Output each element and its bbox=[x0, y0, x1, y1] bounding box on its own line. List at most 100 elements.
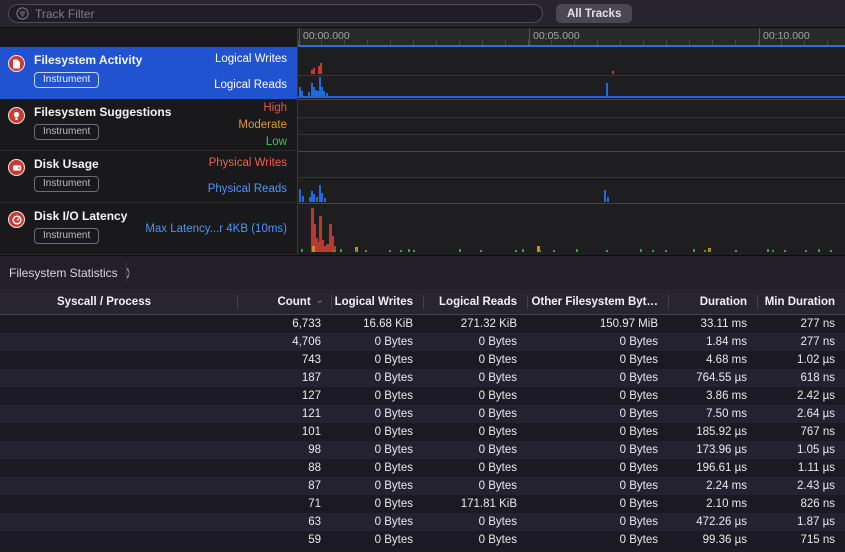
physical-reads-spikes bbox=[604, 190, 606, 202]
minor-tick bbox=[643, 40, 644, 45]
series-label: Moderate bbox=[238, 119, 287, 131]
minor-tick bbox=[482, 40, 483, 45]
track-header-disk-usage[interactable]: Disk UsageInstrumentPhysical WritesPhysi… bbox=[0, 151, 298, 203]
latency-low-marks bbox=[576, 249, 578, 252]
value-cell: 2.42 µs bbox=[757, 390, 845, 402]
table-row[interactable]: ›fstatfs64980 Bytes0 Bytes0 Bytes173.96 … bbox=[0, 441, 845, 459]
table-row[interactable]: ›open_nocancel1270 Bytes0 Bytes0 Bytes3.… bbox=[0, 387, 845, 405]
latency-low-marks bbox=[408, 249, 410, 252]
value-cell: 187 bbox=[237, 372, 331, 384]
latency-low-marks bbox=[704, 250, 706, 252]
latency-low-marks bbox=[805, 250, 807, 252]
minor-tick bbox=[827, 40, 828, 45]
value-cell: 2.43 µs bbox=[757, 480, 845, 492]
series-label: Physical Reads bbox=[208, 183, 287, 195]
minor-tick bbox=[459, 40, 460, 45]
sort-chevron-down-icon: › bbox=[314, 300, 325, 303]
value-cell: 98 bbox=[237, 444, 331, 456]
value-cell: 0 Bytes bbox=[423, 372, 527, 384]
latency-low-marks bbox=[830, 250, 832, 252]
value-cell: 7.50 ms bbox=[668, 408, 757, 420]
value-cell: 71 bbox=[237, 498, 331, 510]
time-label: 00:10.000 bbox=[763, 30, 810, 42]
latency-low-marks bbox=[515, 250, 517, 252]
table-row[interactable]: ›lseek4,7060 Bytes0 Bytes0 Bytes1.84 ms2… bbox=[0, 333, 845, 351]
table-row[interactable]: ›stat647430 Bytes0 Bytes0 Bytes4.68 ms1.… bbox=[0, 351, 845, 369]
value-cell: 0 Bytes bbox=[527, 426, 668, 438]
major-tick bbox=[759, 28, 760, 45]
value-cell: 715 ns bbox=[757, 534, 845, 546]
value-cell: 1.02 µs bbox=[757, 354, 845, 366]
time-label: 00:05.000 bbox=[533, 30, 580, 42]
value-cell: 0 Bytes bbox=[331, 444, 423, 456]
latency-icon bbox=[8, 211, 25, 228]
instrument-badge: Instrument bbox=[34, 228, 99, 244]
gridline bbox=[298, 75, 845, 76]
value-cell: 99.36 µs bbox=[668, 534, 757, 546]
stats-table-body: ›* All *6,73316.68 KiB271.32 KiB150.97 M… bbox=[0, 315, 845, 552]
column-separator bbox=[331, 295, 332, 309]
logical-reads-baseline bbox=[298, 96, 845, 98]
track-header-disk-i-o-latency[interactable]: Disk I/O LatencyInstrumentMax Latency...… bbox=[0, 203, 298, 255]
column-header-syscall-process[interactable]: Syscall / Process bbox=[0, 289, 237, 314]
value-cell: 33.11 ms bbox=[668, 318, 757, 330]
instrument-badge: Instrument bbox=[34, 72, 99, 88]
series-label: Max Latency...r 4KB (10ms) bbox=[145, 223, 287, 235]
minor-tick bbox=[689, 40, 690, 45]
latency-low-marks bbox=[784, 250, 786, 252]
major-tick bbox=[299, 28, 300, 45]
physical-reads-spikes bbox=[321, 193, 323, 202]
latency-low-marks bbox=[365, 250, 367, 252]
gridline bbox=[298, 134, 845, 135]
table-row[interactable]: ›sys_fstat641870 Bytes0 Bytes0 Bytes764.… bbox=[0, 369, 845, 387]
table-row[interactable]: ›open1210 Bytes0 Bytes0 Bytes7.50 ms2.64… bbox=[0, 405, 845, 423]
column-header-min-duration[interactable]: Min Duration bbox=[757, 289, 845, 314]
value-cell: 185.92 µs bbox=[668, 426, 757, 438]
latency-low-marks bbox=[652, 250, 654, 252]
value-cell: 0 Bytes bbox=[527, 516, 668, 528]
column-header-count[interactable]: Count› bbox=[237, 289, 331, 314]
table-row[interactable]: ›* All *6,73316.68 KiB271.32 KiB150.97 M… bbox=[0, 315, 845, 333]
column-header-logical-reads[interactable]: Logical Reads bbox=[423, 289, 527, 314]
value-cell: 0 Bytes bbox=[527, 408, 668, 420]
value-cell: 1.05 µs bbox=[757, 444, 845, 456]
table-row[interactable]: ›read710 Bytes171.81 KiB0 Bytes2.10 ms82… bbox=[0, 495, 845, 513]
value-cell: 0 Bytes bbox=[423, 426, 527, 438]
value-cell: 0 Bytes bbox=[527, 444, 668, 456]
column-separator bbox=[757, 295, 758, 309]
value-cell: 0 Bytes bbox=[331, 462, 423, 474]
column-header-logical-writes[interactable]: Logical Writes bbox=[331, 289, 423, 314]
track-header-filesystem-suggestions[interactable]: Filesystem SuggestionsInstrumentHighMode… bbox=[0, 99, 298, 151]
track-title: Filesystem Activity bbox=[34, 53, 142, 67]
table-row[interactable]: ›lstat64630 Bytes0 Bytes0 Bytes472.26 µs… bbox=[0, 513, 845, 531]
track-header-filesystem-activity[interactable]: Filesystem ActivityInstrumentLogical Wri… bbox=[0, 47, 298, 99]
track-chart-area[interactable] bbox=[298, 47, 845, 255]
value-cell: 2.64 µs bbox=[757, 408, 845, 420]
table-row[interactable]: ›sys_fcntl590 Bytes0 Bytes0 Bytes99.36 µ… bbox=[0, 531, 845, 549]
value-cell: 767 ns bbox=[757, 426, 845, 438]
column-header-duration[interactable]: Duration bbox=[668, 289, 757, 314]
track-filter-input[interactable]: Track Filter bbox=[8, 4, 543, 23]
value-cell: 826 ns bbox=[757, 498, 845, 510]
latency-low-marks bbox=[389, 250, 391, 252]
all-tracks-button[interactable]: All Tracks bbox=[556, 4, 632, 23]
disk-usage-icon bbox=[8, 159, 25, 176]
latency-low-marks bbox=[413, 250, 415, 252]
value-cell: 0 Bytes bbox=[331, 498, 423, 510]
table-row[interactable]: ›sys_close1010 Bytes0 Bytes0 Bytes185.92… bbox=[0, 423, 845, 441]
table-row[interactable]: ›getattrlist870 Bytes0 Bytes0 Bytes2.24 … bbox=[0, 477, 845, 495]
timeline-ruler[interactable]: 00:00.00000:05.00000:10.000 bbox=[298, 28, 845, 47]
table-row[interactable]: ›sys_close_nocancel880 Bytes0 Bytes0 Byt… bbox=[0, 459, 845, 477]
minor-tick bbox=[436, 40, 437, 45]
column-header-other-filesystem-byt-[interactable]: Other Filesystem Byt… bbox=[527, 289, 668, 314]
physical-reads-spikes bbox=[299, 189, 301, 202]
series-label: Physical Writes bbox=[209, 157, 287, 169]
track-separator bbox=[298, 203, 845, 204]
physical-reads-spikes bbox=[313, 194, 315, 202]
logical-reads-spikes bbox=[308, 92, 310, 96]
column-header-label: Other Filesystem Byt… bbox=[531, 296, 658, 308]
suggestions-icon bbox=[8, 107, 25, 124]
statistics-selector[interactable]: Filesystem Statistics bbox=[9, 266, 118, 280]
latency-low-marks bbox=[480, 250, 482, 252]
value-cell: 0 Bytes bbox=[331, 426, 423, 438]
